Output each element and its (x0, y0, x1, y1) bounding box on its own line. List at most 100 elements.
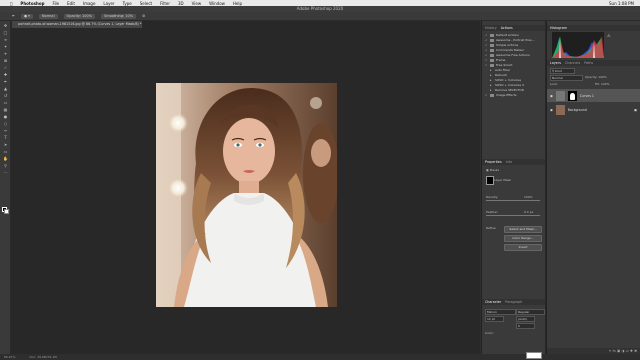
list-item[interactable]: ✓ Awesome Free Actions (485, 53, 530, 58)
layer-row-curves[interactable]: ◉ Curves 1 (547, 89, 640, 102)
list-item[interactable]: ▸ SOSO + Inclusive 2 (490, 83, 524, 88)
list-item[interactable]: ✓ Frame (485, 58, 505, 63)
menu-3d[interactable]: 3D (178, 1, 184, 6)
histogram-warning-icon[interactable]: ⚠ (607, 33, 611, 38)
font-size-field[interactable]: 12 pt (485, 316, 504, 322)
feather-value[interactable]: 0.0 px (524, 210, 533, 214)
font-family-select[interactable]: Minion (485, 309, 516, 315)
tab-character[interactable]: Character (485, 299, 501, 305)
tracking-field[interactable]: 0 (516, 323, 535, 329)
document-tab[interactable]: portrait-photo-of-woman-1961516.jpg @ 66… (12, 21, 142, 28)
zoom-level[interactable]: 66.67% (4, 354, 15, 360)
frame-tool-icon[interactable]: ⊠ (3, 59, 8, 63)
move-tool-icon[interactable]: ✥ (3, 24, 8, 28)
layer-opacity-field[interactable]: Opacity: 100% (585, 75, 607, 79)
layer-name[interactable]: Background (568, 108, 587, 112)
menu-select[interactable]: Select (140, 1, 152, 6)
layer-mask-thumbnail[interactable] (567, 90, 577, 101)
blur-tool-icon[interactable]: ● (3, 115, 8, 119)
opacity-field[interactable]: Opacity: 100% (63, 13, 96, 19)
text-color-swatch[interactable] (526, 352, 542, 359)
folder-icon[interactable]: ▭ (626, 349, 629, 353)
background-color-swatch[interactable] (4, 209, 9, 214)
more-tools-icon[interactable]: ⋯ (3, 171, 8, 175)
layer-name[interactable]: Curves 1 (580, 94, 594, 98)
apple-icon[interactable]:  (10, 1, 12, 6)
stamp-tool-icon[interactable]: ▲ (3, 87, 8, 91)
crop-tool-icon[interactable]: ⌖ (3, 52, 8, 56)
menu-layer[interactable]: Layer (103, 1, 114, 6)
blend-mode-select[interactable]: Normal (550, 75, 583, 81)
invert-button[interactable]: Invert (504, 244, 542, 251)
link-icon[interactable]: ⚭ (608, 349, 611, 353)
list-item[interactable]: ✓ Simple Actions (485, 43, 518, 48)
gradient-tool-icon[interactable]: ▦ (3, 108, 8, 112)
menu-view[interactable]: View (192, 1, 202, 6)
tab-layers[interactable]: Layers (550, 60, 561, 66)
fx-icon[interactable]: fx (613, 349, 616, 353)
type-tool-icon[interactable]: T (3, 136, 8, 140)
menu-help[interactable]: Help (233, 1, 242, 6)
list-item[interactable]: ▸ Auto Fiber (490, 68, 510, 73)
menu-file[interactable]: File (52, 1, 59, 6)
marquee-tool-icon[interactable]: □ (3, 31, 8, 35)
brush-tool-icon[interactable]: ✒ (12, 14, 15, 18)
adjustment-icon[interactable]: ◑ (621, 349, 624, 353)
list-item[interactable]: ▸ SOSO + Inclusive (490, 78, 521, 83)
layer-row-background[interactable]: ◉ Background ▣ (547, 103, 640, 116)
healing-tool-icon[interactable]: ✚ (3, 73, 8, 77)
tab-history[interactable]: History (485, 25, 497, 31)
list-item[interactable]: ✓ Commands Meteor (485, 48, 524, 53)
tab-info[interactable]: Info (506, 159, 512, 165)
menu-filter[interactable]: Filter (160, 1, 170, 6)
leading-field[interactable]: (Auto) (516, 316, 535, 322)
list-item[interactable]: ▸ Retouch (490, 73, 507, 78)
quick-select-tool-icon[interactable]: ✦ (3, 45, 8, 49)
gear-icon[interactable]: ⚙ (142, 14, 145, 18)
smoothing-field[interactable]: Smoothing: 10% (101, 13, 137, 19)
tab-histogram[interactable]: Histogram (550, 25, 567, 31)
select-and-mask-button[interactable]: Select and Mask... (504, 226, 542, 233)
list-item[interactable]: ✓ Default Actions (485, 33, 519, 38)
menu-window[interactable]: Window (209, 1, 225, 6)
font-style-select[interactable]: Regular (516, 309, 545, 315)
path-select-tool-icon[interactable]: ➤ (3, 143, 8, 147)
history-brush-tool-icon[interactable]: ↺ (3, 94, 8, 98)
shape-tool-icon[interactable]: ▭ (3, 150, 8, 154)
eye-icon[interactable]: ◉ (550, 108, 553, 112)
list-item[interactable]: ✓ Image Effects (485, 93, 517, 98)
eraser-tool-icon[interactable]: ▭ (3, 101, 8, 105)
zoom-tool-icon[interactable]: ⚲ (3, 164, 8, 168)
hand-tool-icon[interactable]: ✋ (3, 157, 8, 161)
eye-icon[interactable]: ◉ (550, 94, 553, 98)
tab-channels[interactable]: Channels (565, 60, 580, 66)
list-item[interactable]: ✓ Free Smart (485, 63, 512, 68)
document-image[interactable] (156, 83, 337, 307)
mode-select[interactable]: Normal (38, 13, 58, 19)
mask-icon[interactable]: ▣ (617, 349, 620, 353)
eyedropper-tool-icon[interactable]: ✓ (3, 66, 8, 70)
trash-icon[interactable]: ✖ (634, 349, 637, 353)
menu-type[interactable]: Type (123, 1, 132, 6)
pen-tool-icon[interactable]: ✑ (3, 129, 8, 133)
lasso-tool-icon[interactable]: ∞ (3, 38, 8, 42)
density-slider[interactable] (486, 200, 540, 201)
list-item[interactable]: ✓ Awesome - Portrait Pres... (485, 38, 535, 43)
menu-app-photoshop[interactable]: Photoshop (20, 1, 44, 6)
color-range-button[interactable]: Color Range... (504, 235, 542, 242)
dodge-tool-icon[interactable]: ○ (3, 122, 8, 126)
list-item[interactable]: ▸ Remove SELECTOR (490, 88, 524, 93)
density-value[interactable]: 100% (524, 195, 533, 199)
new-layer-icon[interactable]: ✚ (630, 349, 633, 353)
brush-tool-icon[interactable]: ✒ (3, 80, 8, 84)
tab-actions[interactable]: Actions (501, 25, 513, 31)
layer-fill-field[interactable]: Fill: 100% (595, 82, 610, 86)
tab-paragraph[interactable]: Paragraph (505, 299, 522, 305)
tab-paths[interactable]: Paths (584, 60, 593, 66)
menu-image[interactable]: Image (83, 1, 96, 6)
brush-preset-picker[interactable]: ● ▾ (20, 13, 33, 19)
tab-properties[interactable]: Properties (485, 159, 502, 165)
layer-kind-filter[interactable]: ⚲ Kind (550, 68, 575, 74)
mask-thumbnail[interactable] (486, 176, 494, 185)
feather-slider[interactable] (486, 215, 540, 216)
